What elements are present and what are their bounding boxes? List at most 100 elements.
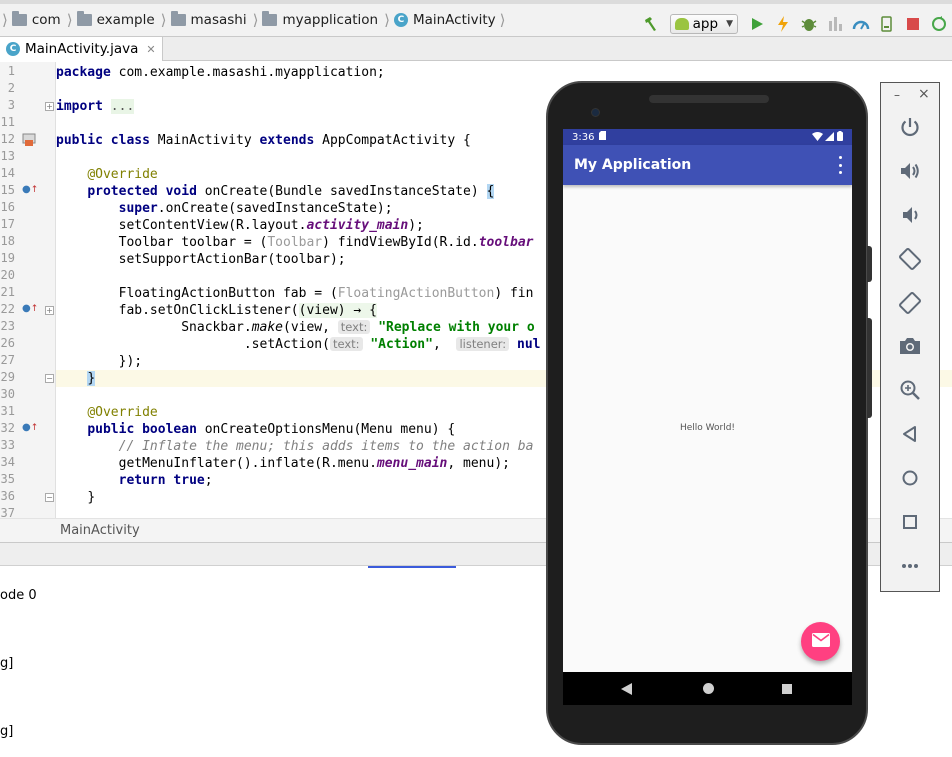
sync-icon[interactable] [929,14,949,34]
run-config-dropdown[interactable]: app ▼ [669,14,738,34]
folder-icon [11,11,27,26]
breadcrumb-mainactivity[interactable]: ⟩ C MainActivity ⟩ [382,4,513,36]
home-icon [702,683,714,694]
editor-tab-bar: C MainActivity.java ✕ [0,37,952,61]
build-hammer-icon[interactable] [641,14,661,34]
emu-zoom-button[interactable] [881,375,939,405]
folder-icon [262,11,278,26]
line-number: 13 [0,149,15,163]
console-link-underline[interactable] [368,566,456,568]
breadcrumb-example[interactable]: ⟩ example [65,4,159,36]
line-number: 30 [0,387,15,401]
tab-mainactivity-java[interactable]: C MainActivity.java ✕ [0,37,163,61]
code-line-29: } [87,371,96,386]
code-line-19: setSupportActionBar(toolbar); [118,252,346,267]
fold-collapse-icon[interactable]: − [45,493,54,502]
line-number: 21 [0,285,15,299]
class-icon: C [393,13,408,27]
sd-card-icon [599,131,607,143]
floating-action-button[interactable] [801,622,840,661]
code-line-36: } [87,490,96,505]
emu-home-button[interactable] [881,463,939,493]
console-line: ode 0 [0,588,37,603]
close-icon[interactable]: ✕ [146,43,155,56]
line-number: 37 [0,506,15,518]
code-line-33: // Inflate the menu; this adds items to … [118,439,534,454]
stop-icon[interactable] [903,14,923,34]
emu-volume-up-button[interactable] [881,156,939,186]
device-power-button[interactable] [867,246,872,282]
code-line-16: super.onCreate(savedInstanceState); [118,201,393,216]
code-line-22: fab.setOnClickListener((view) → { [118,303,377,318]
android-activity-gutter-icon[interactable] [22,133,36,150]
breadcrumb-separator: ⟩ [160,11,167,29]
folded-imports[interactable]: ... [110,99,135,114]
class-icon: C [6,42,20,56]
emu-rotate-right-button[interactable] [881,288,939,318]
override-gutter-icon[interactable]: ●↑ [22,184,38,195]
line-number: 34 [0,455,15,469]
fold-expand-icon[interactable]: + [45,102,54,111]
breadcrumb-label: myapplication [282,12,379,28]
breadcrumb-com[interactable]: ⟩ com [0,4,65,36]
debug-icon[interactable] [799,14,819,34]
device-volume-rocker[interactable] [867,318,872,418]
line-number: 32 [0,421,15,435]
line-number: 16 [0,200,15,214]
apply-changes-icon[interactable] [773,14,793,34]
nav-back-button[interactable] [611,672,641,705]
android-icon [674,18,689,30]
emu-rotate-left-button[interactable] [881,244,939,274]
close-button[interactable]: × [918,86,930,102]
run-icon[interactable] [747,14,767,34]
home-icon [902,470,918,486]
more-icon [902,564,918,568]
line-number: 1 [7,64,15,78]
minimize-button[interactable]: – [894,88,900,102]
rotate-right-icon [899,292,921,314]
parameter-hint: text: [329,337,363,351]
code-line-32: public boolean onCreateOptionsMenu(Menu … [87,422,456,437]
wifi-icon [812,131,823,144]
device-screen[interactable]: 3:36 My Application Hello World! [563,129,852,705]
overview-icon [903,515,917,529]
profiler-icon[interactable] [851,14,871,34]
breadcrumb-myapplication[interactable]: ⟩ myapplication [251,4,382,36]
override-gutter-icon[interactable]: ●↑ [22,303,38,314]
tab-label: MainActivity.java [25,41,139,57]
emu-overview-button[interactable] [881,507,939,537]
emu-back-button[interactable] [881,419,939,449]
emu-more-button[interactable] [881,551,939,581]
rotate-left-icon [899,248,921,270]
override-gutter-icon[interactable]: ●↑ [22,422,38,433]
line-number: 17 [0,217,15,231]
zoom-icon [900,380,920,400]
breadcrumb-separator: ⟩ [384,11,390,29]
parameter-hint: text: [337,320,371,334]
breadcrumb-label: com [31,12,61,28]
emu-volume-down-button[interactable] [881,200,939,230]
emu-screenshot-button[interactable] [881,331,939,361]
fold-collapse-icon[interactable]: − [45,374,54,383]
attach-debugger-icon[interactable] [877,14,897,34]
status-time: 3:36 [572,131,595,143]
code-line-15: protected void onCreate(Bundle savedInst… [87,184,495,199]
line-number: 36 [0,489,15,503]
coverage-icon[interactable] [825,14,845,34]
nav-home-button[interactable] [693,672,723,705]
line-number: 27 [0,353,15,367]
fold-expand-icon[interactable]: + [45,306,54,315]
line-number: 11 [0,115,15,129]
breadcrumb-masashi[interactable]: ⟩ masashi [159,4,251,36]
code-line-27: }); [118,354,143,369]
breadcrumb-label: example [96,12,155,28]
overflow-menu-icon[interactable] [837,156,843,174]
code-line-34: getMenuInflater().inflate(R.menu.menu_ma… [118,456,510,471]
nav-overview-button[interactable] [772,672,802,705]
android-navigation-bar [563,672,852,705]
emulator-window-controls: – × [881,86,939,102]
battery-icon [837,131,843,144]
camera-icon [900,338,920,354]
breadcrumb-separator: ⟩ [2,11,8,29]
emu-power-button[interactable] [881,112,939,142]
